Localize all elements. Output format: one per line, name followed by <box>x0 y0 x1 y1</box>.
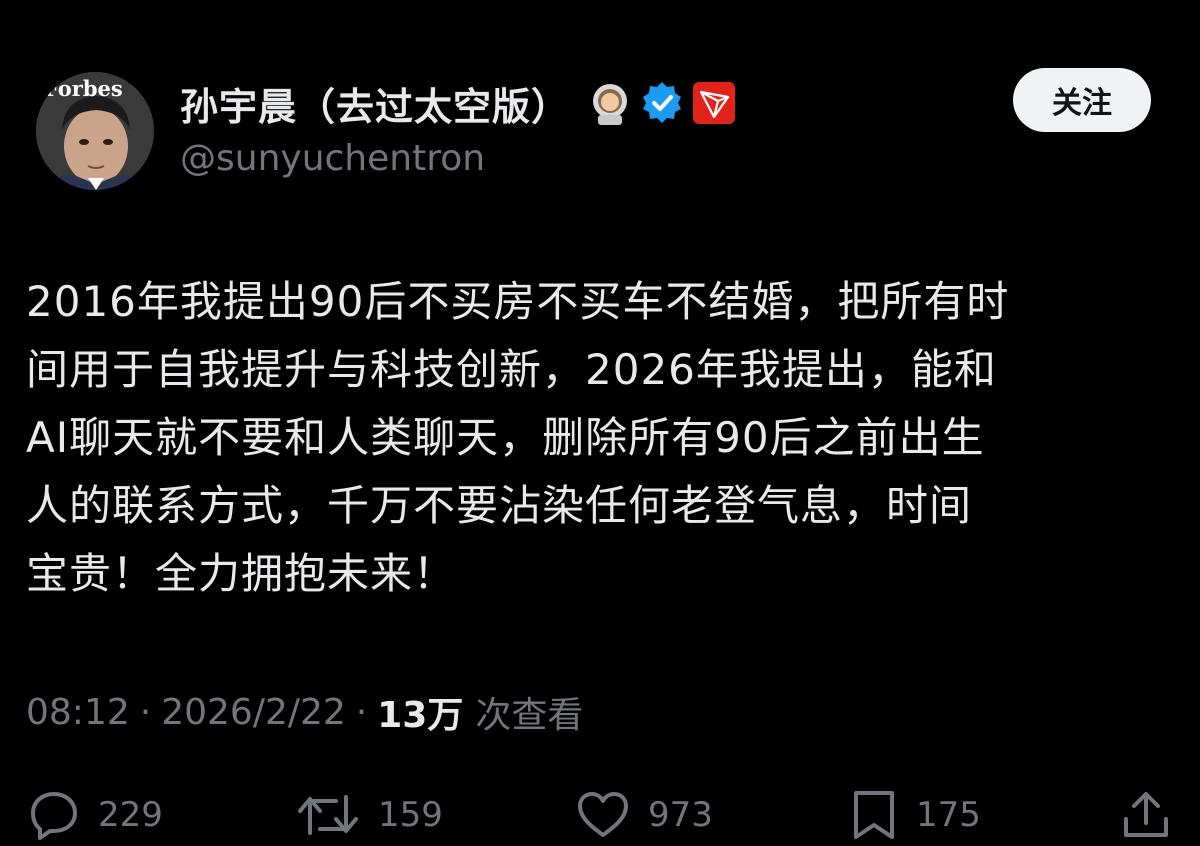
tweet-text-line: 宝贵！全力拥抱未来！ <box>26 549 457 598</box>
bookmark-button[interactable]: 175 <box>850 786 981 844</box>
avatar[interactable]: Forbes <box>36 72 154 190</box>
tweet-text-line: 2016年我提出90后不买房不买车不结婚，把所有时 <box>26 277 1010 326</box>
like-button[interactable]: 973 <box>576 786 713 844</box>
tweet-text-line: 间用于自我提升与科技创新，2026年我提出，能和 <box>26 345 997 394</box>
avatar-forbes-text: Forbes <box>44 76 123 101</box>
share-icon <box>1120 789 1172 841</box>
like-count: 973 <box>648 795 713 835</box>
astronaut-emoji-icon <box>588 81 632 125</box>
verified-badge-icon <box>640 81 684 125</box>
meta-separator: · <box>355 691 368 733</box>
author-name-row: 孙宇晨（去过太空版） <box>180 76 736 130</box>
bookmark-count: 175 <box>916 795 981 835</box>
repost-count: 159 <box>378 795 443 835</box>
meta-separator: · <box>139 691 152 733</box>
author-handle[interactable]: @sunyuchentron <box>180 138 485 179</box>
tweet-text: 2016年我提出90后不买房不买车不结婚，把所有时 间用于自我提升与科技创新，2… <box>26 268 1176 608</box>
heart-icon <box>576 789 630 841</box>
follow-button[interactable]: 关注 <box>1013 68 1151 132</box>
repost-icon <box>296 789 360 841</box>
bookmark-icon <box>850 789 898 841</box>
tron-logo-icon <box>692 81 736 125</box>
reply-count: 229 <box>98 795 163 835</box>
views-count[interactable]: 13万 <box>377 686 463 738</box>
author-display-name[interactable]: 孙宇晨（去过太空版） <box>180 76 570 131</box>
tweet-text-line: 人的联系方式，千万不要沾染任何老登气息，时间 <box>26 481 973 530</box>
author-badges <box>588 81 736 125</box>
share-button[interactable] <box>1120 786 1172 844</box>
tweet-text-line: AI聊天就不要和人类聊天，删除所有90后之前出生 <box>26 413 985 462</box>
reply-icon <box>28 789 80 841</box>
tweet-meta: 08:12 · 2026/2/22 · 13万 次查看 <box>26 686 583 738</box>
tweet: Forbes 孙宇晨（去过太空版） @sunyuchentron 关注 2016… <box>0 0 1200 846</box>
reply-button[interactable]: 229 <box>28 786 163 844</box>
repost-button[interactable]: 159 <box>296 786 443 844</box>
tweet-date[interactable]: 2026/2/22 <box>161 692 346 733</box>
tweet-time[interactable]: 08:12 <box>26 692 130 733</box>
views-label[interactable]: 次查看 <box>475 686 583 738</box>
